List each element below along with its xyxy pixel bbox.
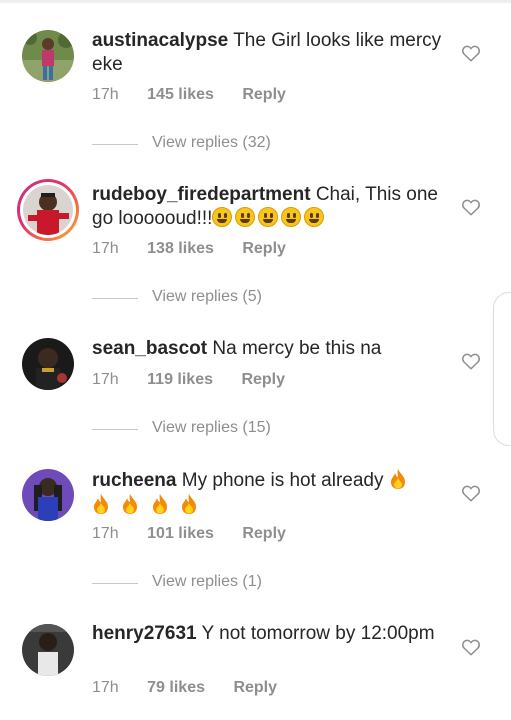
- view-replies-label: View replies (32): [152, 134, 271, 151]
- avatar[interactable]: [22, 624, 74, 676]
- comment-time: 17h: [92, 679, 119, 696]
- comment-time: 17h: [92, 240, 119, 257]
- avatar[interactable]: [22, 338, 74, 390]
- fire-emoji: [152, 494, 167, 514]
- view-replies-label: View replies (1): [152, 573, 262, 590]
- fire-emoji: [181, 494, 196, 514]
- grinning-face-emoji: [212, 207, 233, 227]
- comment-username[interactable]: rucheena: [92, 470, 176, 491]
- grinning-face-emoji: [281, 207, 302, 227]
- view-replies-button[interactable]: View replies (1): [92, 573, 352, 593]
- comment-username[interactable]: henry27631: [92, 623, 197, 644]
- view-replies-button[interactable]: View replies (15): [92, 419, 352, 439]
- grinning-face-emoji-row: [212, 207, 327, 229]
- comment-meta: 17h 79 likes Reply: [92, 679, 301, 697]
- comment-body: Y not tomorrow by 12:00pm: [201, 623, 435, 644]
- comment-body: My phone is hot already: [181, 470, 384, 491]
- heart-outline-icon[interactable]: [461, 484, 481, 502]
- comment-text: austinacalypse The Girl looks like mercy…: [92, 29, 442, 77]
- comment-time: 17h: [92, 86, 119, 103]
- likes-count[interactable]: 145 likes: [147, 86, 214, 103]
- comment-meta: 17h 145 likes Reply: [92, 86, 310, 104]
- likes-count[interactable]: 79 likes: [147, 679, 205, 696]
- comment-time: 17h: [92, 525, 119, 542]
- heart-outline-icon[interactable]: [461, 638, 481, 656]
- comment-meta: 17h 101 likes Reply: [92, 525, 310, 543]
- comment-meta: 17h 119 likes Reply: [92, 371, 309, 389]
- top-divider: [0, 0, 511, 3]
- heart-outline-icon[interactable]: [461, 44, 481, 62]
- likes-count[interactable]: 101 likes: [147, 525, 214, 542]
- replies-divider: [92, 583, 138, 584]
- likes-count[interactable]: 138 likes: [147, 240, 214, 257]
- view-replies-button[interactable]: View replies (32): [92, 134, 352, 154]
- comment-text: sean_bascot Na mercy be this na: [92, 337, 442, 361]
- fire-emoji: [123, 494, 138, 514]
- replies-divider: [92, 298, 138, 299]
- view-replies-label: View replies (15): [152, 419, 271, 436]
- grinning-face-emoji: [304, 207, 325, 227]
- comment-username[interactable]: austinacalypse: [92, 30, 228, 51]
- fire-emoji: [94, 494, 108, 514]
- reply-button[interactable]: Reply: [242, 525, 286, 542]
- reply-button[interactable]: Reply: [242, 86, 286, 103]
- heart-outline-icon[interactable]: [461, 198, 481, 216]
- reply-button[interactable]: Reply: [242, 240, 286, 257]
- grinning-face-emoji: [258, 207, 279, 227]
- comment-body: Na mercy be this na: [212, 338, 382, 359]
- replies-divider: [92, 429, 138, 430]
- comment-username[interactable]: rudeboy_firedepartment: [92, 184, 311, 205]
- comment-time: 17h: [92, 371, 119, 388]
- replies-divider: [92, 144, 138, 145]
- avatar: [23, 185, 73, 235]
- view-replies-button[interactable]: View replies (5): [92, 288, 352, 308]
- comment-text: rudeboy_firedepartment Chai, This one go…: [92, 183, 442, 231]
- avatar-story-ring[interactable]: [17, 179, 79, 241]
- reply-button[interactable]: Reply: [241, 371, 285, 388]
- avatar[interactable]: [22, 30, 74, 82]
- heart-outline-icon[interactable]: [461, 352, 481, 370]
- comment-text: rucheena My phone is hot already: [92, 468, 442, 518]
- avatar[interactable]: [22, 469, 74, 521]
- comment-username[interactable]: sean_bascot: [92, 338, 207, 359]
- likes-count[interactable]: 119 likes: [147, 371, 213, 388]
- reply-button[interactable]: Reply: [233, 679, 277, 696]
- fire-emoji: [390, 469, 405, 489]
- comment-text: henry27631 Y not tomorrow by 12:00pm: [92, 622, 442, 646]
- edge-panel-handle[interactable]: [493, 292, 511, 446]
- comment-meta: 17h 138 likes Reply: [92, 240, 310, 258]
- view-replies-label: View replies (5): [152, 288, 262, 305]
- grinning-face-emoji: [235, 207, 256, 227]
